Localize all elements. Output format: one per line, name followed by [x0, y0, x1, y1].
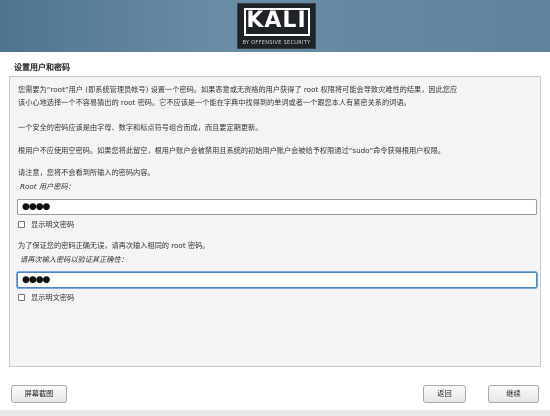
intro-line-2: 该小心地选择一个不容易猜出的 root 密码。它不应该是一个能在字典中找得到的单…: [18, 98, 411, 107]
checkbox-box[interactable]: [18, 221, 25, 228]
intro-line-1: 您需要为“root”用户 (即系统管理员帐号) 设置一个密码。如果恶意或无资格的…: [18, 85, 458, 94]
checkbox-box[interactable]: [18, 294, 25, 301]
continue-button[interactable]: 继续: [488, 385, 539, 403]
confirm-password-note: 为了保证您的密码正确无误，请再次输入相同的 root 密码。: [18, 241, 210, 250]
header-banner: KALI BY OFFENSIVE SECURITY: [0, 0, 550, 52]
kali-logo: KALI BY OFFENSIVE SECURITY: [237, 3, 316, 49]
screenshot-button[interactable]: 屏幕截图: [11, 385, 67, 403]
root-password-label: Root 用户密码：: [20, 182, 75, 191]
password-rule-text: 一个安全的密码应该是由字母、数字和标点符号组合而成，而且要定期更新。: [18, 123, 263, 132]
hidden-input-notice: 请注意，您将不会看到所输入的密码内容。: [18, 168, 155, 177]
confirm-password-value: ●●●●: [22, 275, 50, 285]
empty-password-note: 根用户不应使用空密码。如果您将此留空，根用户账户会被禁用且系统的初始用户账户会被…: [18, 146, 445, 155]
root-password-value: ●●●●: [22, 202, 50, 212]
logo-text: KALI: [246, 8, 307, 33]
back-button[interactable]: 返回: [423, 385, 466, 403]
confirm-password-input[interactable]: ●●●●: [17, 272, 537, 288]
show-password-label-2: 显示明文密码: [31, 293, 75, 302]
page-title: 设置用户和密码: [14, 63, 70, 72]
bottom-strip: [0, 410, 550, 416]
root-password-input[interactable]: ●●●●: [17, 199, 537, 215]
confirm-password-label: 请再次输入密码以验证其正确性：: [20, 255, 128, 264]
logo-subtitle: BY OFFENSIVE SECURITY: [242, 40, 311, 46]
form-panel: 您需要为“root”用户 (即系统管理员帐号) 设置一个密码。如果恶意或无资格的…: [9, 76, 541, 367]
show-password-label-1: 显示明文密码: [31, 220, 75, 229]
